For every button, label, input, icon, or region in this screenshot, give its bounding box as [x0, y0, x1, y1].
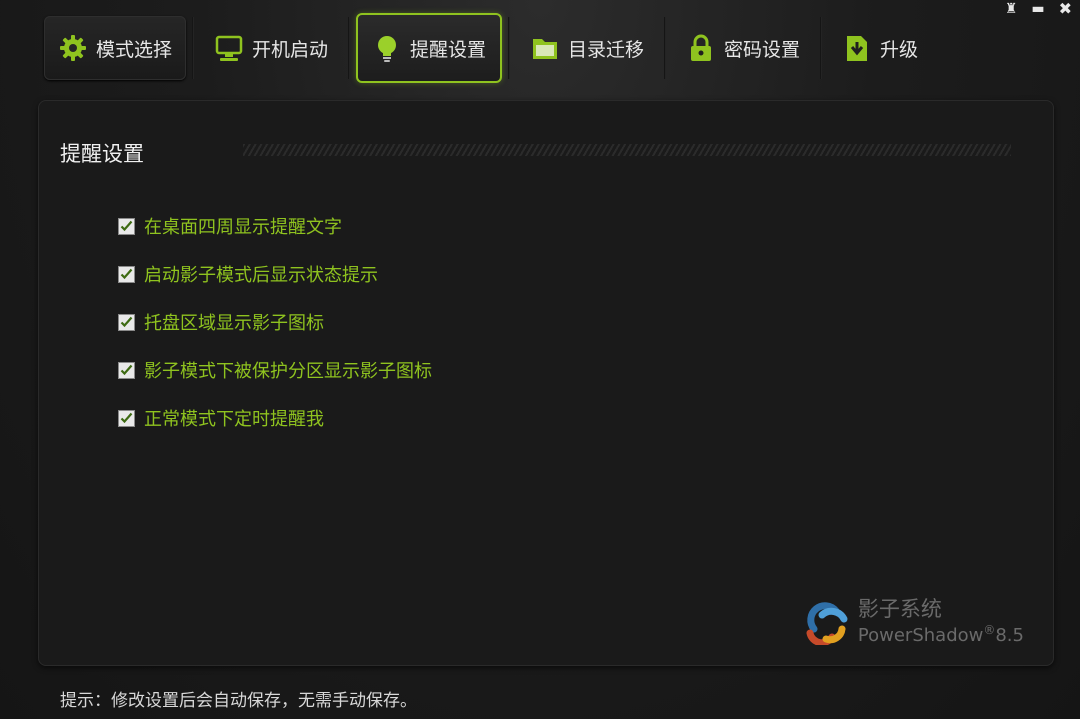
tab-divider: [664, 17, 667, 79]
tab-startup[interactable]: 开机启动: [200, 16, 342, 80]
tab-reminder-settings[interactable]: 提醒设置: [356, 13, 503, 83]
tab-label: 目录迁移: [568, 38, 645, 61]
option-label: 影子模式下被保护分区显示影子图标: [144, 361, 432, 382]
logo-name-cn: 影子系统: [857, 597, 942, 621]
check-icon: [120, 268, 133, 279]
reminder-options: 在桌面四周显示提醒文字 启动影子模式后显示状态提示 托盘区域显示影子图标 影子模…: [118, 202, 432, 442]
option-timed-reminder[interactable]: 正常模式下定时提醒我: [118, 394, 432, 442]
logo-text: 影子系统 PowerShadow®8.5: [858, 593, 1024, 646]
registered-mark: ®: [983, 623, 996, 637]
app-window: ♜ ▬ ✖ 模式选择 开机启动 提醒设置 目录迁移 密码设置 升级 提醒设置 在…: [0, 0, 1080, 719]
check-icon: [120, 364, 133, 375]
minimize-button[interactable]: ▬: [1031, 0, 1044, 18]
checkbox[interactable]: [118, 265, 135, 283]
checkbox[interactable]: [118, 409, 135, 427]
powershadow-logo: 影子系统 PowerShadow®8.5: [806, 593, 1024, 646]
option-tray-icon[interactable]: 托盘区域显示影子图标: [118, 298, 432, 346]
tab-bar: 模式选择 开机启动 提醒设置 目录迁移 密码设置 升级: [44, 12, 932, 84]
checkbox[interactable]: [118, 313, 135, 331]
tab-mode-select[interactable]: 模式选择: [44, 16, 186, 80]
tab-label: 密码设置: [724, 38, 801, 61]
tab-label: 升级: [880, 38, 919, 61]
tab-directory-migration[interactable]: 目录迁移: [516, 16, 658, 80]
checkbox[interactable]: [118, 217, 135, 235]
option-label: 正常模式下定时提醒我: [144, 409, 324, 430]
tab-upgrade[interactable]: 升级: [828, 16, 932, 80]
logo-brand: PowerShadow: [857, 625, 984, 646]
close-button[interactable]: ✖: [1059, 0, 1072, 18]
logo-version: 8.5: [995, 625, 1024, 646]
download-icon: [842, 33, 872, 63]
footer-hint: 提示：修改设置后会自动保存，无需手动保存。: [60, 691, 417, 711]
monitor-icon: [214, 33, 244, 63]
option-protected-partition-icon[interactable]: 影子模式下被保护分区显示影子图标: [118, 346, 432, 394]
check-icon: [120, 316, 133, 327]
title-divider: [243, 144, 1011, 156]
lightbulb-icon: [372, 33, 402, 63]
tab-divider: [508, 17, 511, 79]
settings-panel: 提醒设置 在桌面四周显示提醒文字 启动影子模式后显示状态提示 托盘区域显示影子图…: [38, 100, 1054, 666]
option-desktop-border-text[interactable]: 在桌面四周显示提醒文字: [118, 202, 432, 250]
tab-label: 提醒设置: [410, 38, 487, 61]
option-shadow-mode-status-tip[interactable]: 启动影子模式后显示状态提示: [118, 250, 432, 298]
tab-divider: [192, 17, 194, 79]
option-label: 在桌面四周显示提醒文字: [144, 217, 342, 238]
checkbox[interactable]: [118, 361, 135, 379]
skin-icon[interactable]: ♜: [1005, 0, 1018, 18]
check-icon: [120, 412, 133, 423]
option-label: 启动影子模式后显示状态提示: [144, 265, 378, 286]
tab-label: 模式选择: [96, 38, 173, 61]
folder-icon: [530, 33, 560, 63]
check-icon: [120, 220, 133, 231]
lock-icon: [686, 33, 716, 63]
gear-icon: [58, 33, 88, 63]
option-label: 托盘区域显示影子图标: [144, 313, 324, 334]
tab-label: 开机启动: [252, 38, 329, 61]
section-title: 提醒设置: [60, 142, 144, 166]
logo-mark-icon: [806, 601, 848, 645]
tab-password-settings[interactable]: 密码设置: [672, 16, 814, 80]
window-controls: ♜ ▬ ✖: [1005, 0, 1072, 18]
tab-divider: [348, 17, 351, 79]
logo-name-en: PowerShadow®8.5: [858, 623, 1024, 646]
tab-divider: [820, 17, 823, 79]
